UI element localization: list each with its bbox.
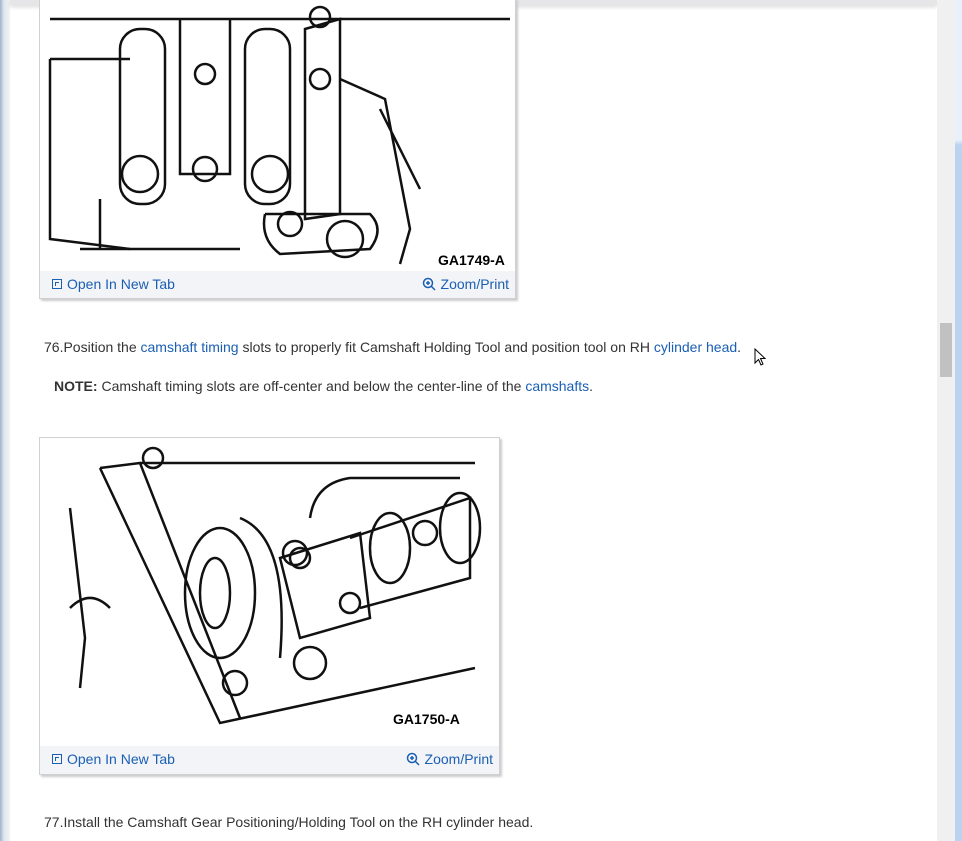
step-76-text: 76.Position the xyxy=(44,339,141,355)
step-76-suffix: . xyxy=(737,339,742,355)
figure-code: GA1750-A xyxy=(393,711,460,727)
open-new-tab-icon xyxy=(52,754,62,764)
zoom-print-link[interactable]: Zoom/Print xyxy=(406,751,493,767)
figure-toolbar: Open In New Tab Zoom/Print xyxy=(40,271,515,297)
step-76: 76.Position the camshaft timing slots to… xyxy=(44,339,741,355)
open-new-tab-icon xyxy=(52,279,62,289)
note: NOTE: Camshaft timing slots are off-cent… xyxy=(54,378,593,394)
figure-image-ga1749[interactable]: GA1749-A xyxy=(40,0,515,271)
zoom-in-icon xyxy=(406,752,420,766)
open-in-new-tab-link[interactable]: Open In New Tab xyxy=(52,276,175,292)
note-suffix: . xyxy=(589,378,594,394)
zoom-print-label: Zoom/Print xyxy=(424,751,493,767)
open-in-new-tab-link[interactable]: Open In New Tab xyxy=(52,751,175,767)
figure-ga1749: GA1749-A Open In New Tab Zoom/Print xyxy=(39,0,516,299)
mouse-cursor-icon xyxy=(754,348,767,366)
note-text: Camshaft timing slots are off-center and… xyxy=(97,378,526,394)
zoom-print-link[interactable]: Zoom/Print xyxy=(422,276,509,292)
scrollbar-thumb[interactable] xyxy=(940,323,952,377)
note-label: NOTE: xyxy=(54,378,98,394)
step-76-text-mid: slots to properly fit Camshaft Holding T… xyxy=(238,339,654,355)
window-left-edge xyxy=(0,0,10,841)
step-77: 77.Install the Camshaft Gear Positioning… xyxy=(44,814,534,830)
camshafts-link[interactable]: camshafts xyxy=(525,378,589,394)
figure-ga1750: GA1750-A Open In New Tab Zoom/Print xyxy=(39,437,500,775)
camshaft-timing-link[interactable]: camshaft timing xyxy=(141,339,239,355)
cylinder-head-link[interactable]: cylinder head xyxy=(654,339,737,355)
zoom-in-icon xyxy=(422,277,436,291)
open-in-new-tab-label: Open In New Tab xyxy=(67,751,175,767)
vertical-scrollbar[interactable] xyxy=(937,0,955,841)
figure-toolbar: Open In New Tab Zoom/Print xyxy=(40,746,499,772)
window-right-edge xyxy=(955,0,962,841)
figure-image-ga1750[interactable]: GA1750-A xyxy=(40,438,499,746)
open-in-new-tab-label: Open In New Tab xyxy=(67,276,175,292)
figure-code: GA1749-A xyxy=(438,252,505,268)
zoom-print-label: Zoom/Print xyxy=(440,276,509,292)
